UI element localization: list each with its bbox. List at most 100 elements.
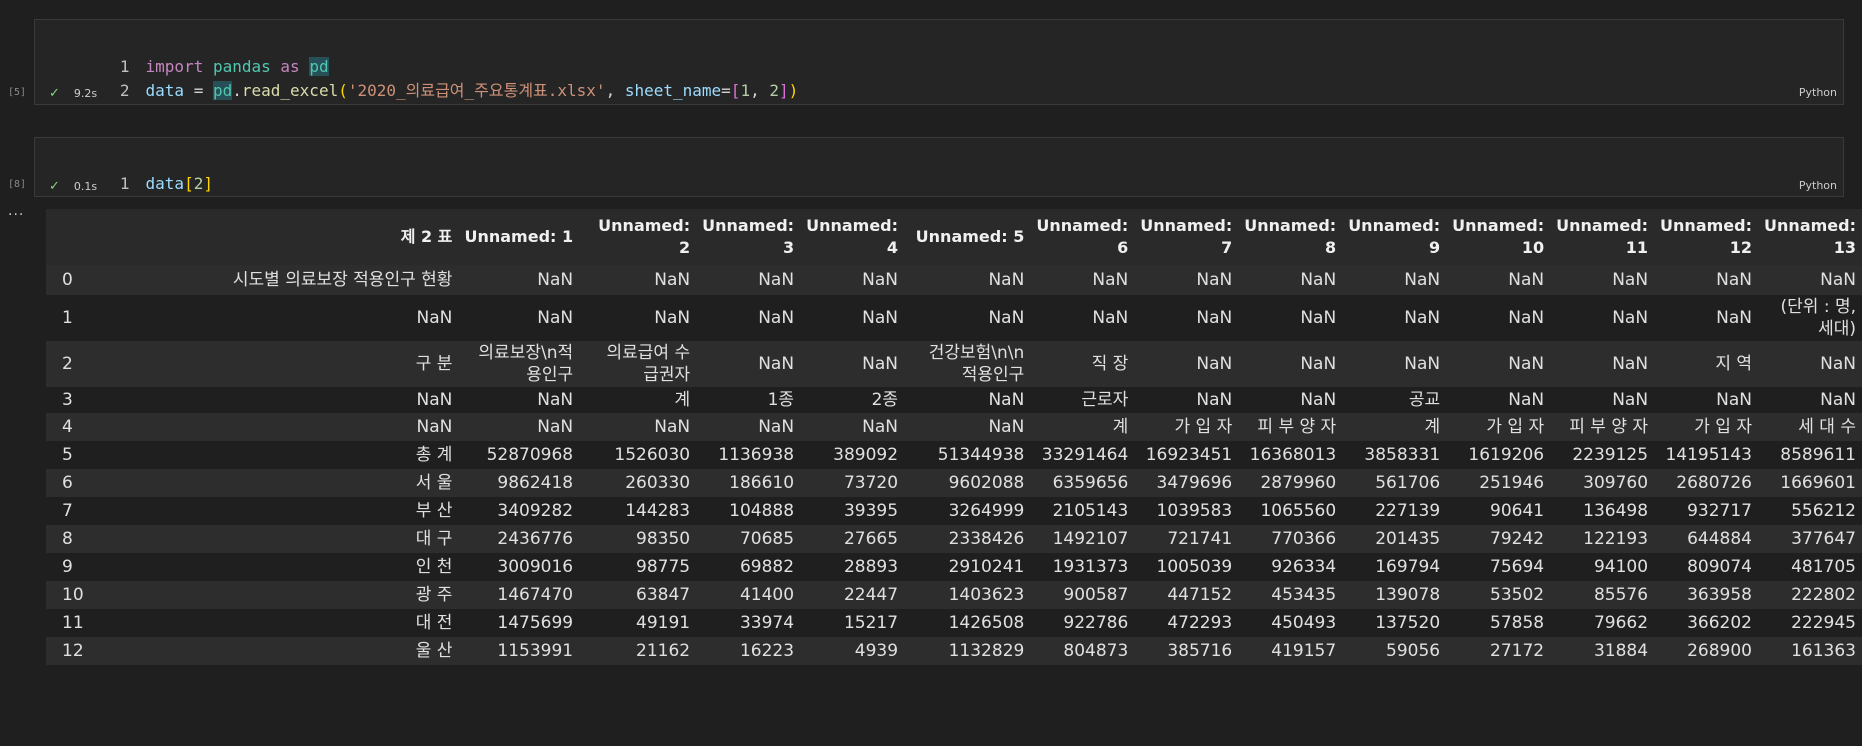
table-cell: NaN bbox=[1196, 354, 1233, 374]
table-cell: NaN bbox=[1196, 308, 1233, 328]
table-cell: 59056 bbox=[1386, 641, 1441, 661]
table-cell: 41400 bbox=[739, 585, 795, 605]
bracket: ] bbox=[778, 81, 789, 100]
table-cell: 98350 bbox=[636, 529, 691, 549]
table-cell: 15217 bbox=[843, 613, 899, 633]
language-label[interactable]: Python bbox=[1799, 179, 1837, 192]
table-cell: 450493 bbox=[1271, 613, 1337, 633]
table-cell: 울 산 bbox=[415, 641, 453, 661]
code-line-1[interactable]: 1 data[2] bbox=[35, 148, 213, 193]
check-icon: ✓ bbox=[49, 86, 60, 101]
table-cell: 79242 bbox=[1490, 529, 1545, 549]
table-cell: 대 구 bbox=[415, 529, 453, 549]
table-cell: 서 울 bbox=[415, 473, 453, 493]
table-cell: 309760 bbox=[1583, 473, 1649, 493]
table-cell: NaN bbox=[1820, 354, 1856, 374]
table-cell: 137520 bbox=[1375, 613, 1441, 633]
table-cell: 1669601 bbox=[1780, 473, 1856, 493]
code-cell-2[interactable]: 1 data[2] ✓ 0.1s Python bbox=[34, 137, 1844, 197]
row-index: 10 bbox=[62, 585, 84, 605]
number: 1 bbox=[740, 81, 751, 100]
table-cell: 14195143 bbox=[1665, 445, 1752, 465]
dot: . bbox=[232, 81, 242, 100]
code-line-1[interactable]: 1 import pandas as pd bbox=[35, 31, 329, 76]
table-cell: NaN bbox=[1092, 270, 1129, 290]
table-cell: 9862418 bbox=[497, 473, 574, 493]
row-index: 8 bbox=[62, 529, 73, 549]
table-cell: 49191 bbox=[636, 613, 691, 633]
language-label[interactable]: Python bbox=[1799, 86, 1837, 99]
table-cell: NaN bbox=[758, 270, 795, 290]
table-cell: NaN bbox=[416, 417, 453, 437]
function-name: read_excel bbox=[241, 81, 339, 100]
table-cell: (단위 : 명, 세대) bbox=[1780, 297, 1857, 339]
table-cell: 3479696 bbox=[1156, 473, 1233, 493]
table-cell: 53502 bbox=[1490, 585, 1545, 605]
table-row: 3 NaN NaN 계 1종 2종 NaN 근로자 NaN NaN 공교 NaN NaN NaN NaN bbox=[46, 387, 1862, 413]
table-cell: NaN bbox=[1196, 270, 1233, 290]
table-cell: NaN bbox=[1716, 270, 1752, 290]
bracket: [ bbox=[730, 81, 741, 100]
column-header: Unnamed: 13 bbox=[1764, 216, 1856, 257]
table-row: 10 광 주 1467470 63847 41400 22447 1403623 900587… bbox=[46, 581, 1862, 609]
table-cell: 1619206 bbox=[1468, 445, 1545, 465]
table-row: 7 부 산 3409282 144283 104888 39395 3264999 21051… bbox=[46, 497, 1862, 525]
table-cell: 1475699 bbox=[497, 613, 574, 633]
table-cell: 721741 bbox=[1167, 529, 1233, 549]
table-cell: 가 입 자 bbox=[1486, 417, 1545, 437]
table-cell: NaN bbox=[1716, 308, 1752, 328]
table-cell: 1132829 bbox=[948, 641, 1025, 661]
table-cell: 16923451 bbox=[1145, 445, 1233, 465]
table-cell: NaN bbox=[1508, 390, 1545, 410]
bracket: [ bbox=[184, 174, 194, 193]
table-cell: 809074 bbox=[1687, 557, 1752, 577]
table-cell: 가 입 자 bbox=[1694, 417, 1752, 437]
table-cell: 광 주 bbox=[415, 585, 453, 605]
table-cell: NaN bbox=[862, 270, 899, 290]
comma: , bbox=[750, 81, 770, 100]
table-body: 0 시도별 의료보장 적용인구 현황 NaN NaN NaN NaN NaN NaN NaN Na… bbox=[46, 265, 1862, 665]
table-row: 12 울 산 1153991 21162 16223 4939 1132829 804873 3… bbox=[46, 637, 1862, 665]
table-cell: NaN bbox=[654, 270, 691, 290]
bracket: ] bbox=[203, 174, 213, 193]
table-cell: 대 전 bbox=[415, 613, 453, 633]
table-cell: 피 부 양 자 bbox=[1257, 417, 1337, 437]
table-cell: NaN bbox=[988, 308, 1025, 328]
operator: = bbox=[184, 81, 213, 100]
table-header: 제 2 표 Unnamed: 1 Unnamed: 2 Unnamed: 3 Unnamed… bbox=[46, 209, 1862, 265]
table-cell: 근로자 bbox=[1081, 390, 1129, 410]
table-cell: 16368013 bbox=[1249, 445, 1337, 465]
table-cell: 지 역 bbox=[1715, 354, 1752, 374]
table-cell: 2종 bbox=[871, 390, 899, 410]
table-cell: 총 계 bbox=[415, 445, 453, 465]
table-cell: 70685 bbox=[739, 529, 795, 549]
variable-data: data bbox=[145, 174, 185, 193]
table-cell: 57858 bbox=[1490, 613, 1545, 633]
table-cell: NaN bbox=[1300, 390, 1337, 410]
exec-count-cell-2: [8] bbox=[8, 179, 27, 190]
table-cell: 447152 bbox=[1167, 585, 1233, 605]
table-cell: NaN bbox=[862, 417, 899, 437]
table-cell: 2338426 bbox=[948, 529, 1025, 549]
table-cell: 227139 bbox=[1375, 501, 1441, 521]
table-cell: 222802 bbox=[1791, 585, 1856, 605]
table-cell: 계 bbox=[674, 390, 691, 410]
table-cell: NaN bbox=[1820, 390, 1856, 410]
number: 2 bbox=[193, 174, 204, 193]
column-header: Unnamed: 6 bbox=[1036, 216, 1129, 257]
table-cell: 79662 bbox=[1593, 613, 1649, 633]
row-index: 3 bbox=[62, 390, 73, 410]
output-menu-icon[interactable]: ... bbox=[8, 203, 24, 219]
table-cell: NaN bbox=[537, 390, 574, 410]
code-cell-1[interactable]: 1 import pandas as pd 2 data = pd.read_exc… bbox=[34, 19, 1844, 105]
table-cell: 3858331 bbox=[1364, 445, 1441, 465]
table-cell: NaN bbox=[537, 308, 574, 328]
row-index: 7 bbox=[62, 501, 73, 521]
table-cell: 63847 bbox=[636, 585, 691, 605]
table-cell: 561706 bbox=[1375, 473, 1441, 493]
table-cell: NaN bbox=[416, 390, 453, 410]
row-index: 12 bbox=[62, 641, 84, 661]
code-line-2[interactable]: 2 data = pd.read_excel('2020_의료급여_주요통계표.x… bbox=[35, 55, 798, 100]
table-cell: 21162 bbox=[636, 641, 691, 661]
table-cell: 804873 bbox=[1063, 641, 1129, 661]
